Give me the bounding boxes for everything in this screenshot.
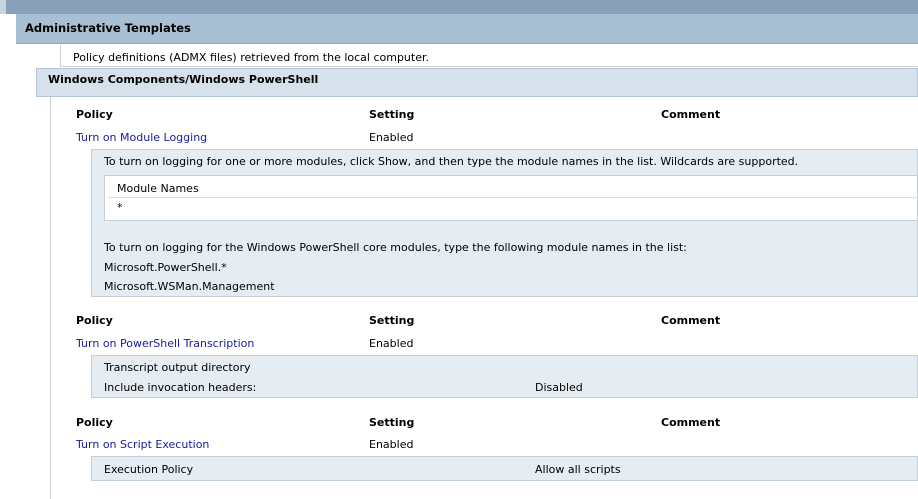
category-title[interactable]: Windows Components/Windows PowerShell [48, 73, 318, 86]
column-header-setting: Setting [369, 314, 415, 327]
column-header-comment: Comment [661, 314, 721, 327]
option-label: Transcript output directory [104, 361, 251, 374]
column-header-comment: Comment [661, 416, 721, 429]
module-names-table [104, 175, 918, 221]
top-strip-edge [0, 0, 6, 14]
policy-link-transcription[interactable]: Turn on PowerShell Transcription [76, 337, 254, 350]
policy-setting: Enabled [369, 438, 414, 451]
column-header-policy: Policy [76, 108, 113, 121]
core-modules-note: To turn on logging for the Windows Power… [104, 241, 687, 254]
core-module-item: Microsoft.PowerShell.* [104, 261, 227, 274]
option-label: Execution Policy [104, 463, 194, 476]
column-header-policy: Policy [76, 314, 113, 327]
admx-note: Policy definitions (ADMX files) retrieve… [73, 51, 429, 64]
policy-description: To turn on logging for one or more modul… [104, 155, 799, 168]
policy-setting: Enabled [369, 131, 414, 144]
option-label: Include invocation headers: [104, 381, 257, 394]
admin-templates-title[interactable]: Administrative Templates [25, 21, 191, 35]
column-header-policy: Policy [76, 416, 113, 429]
top-strip [0, 0, 918, 14]
policy-detail-panel [91, 149, 918, 297]
policy-link-module-logging[interactable]: Turn on Module Logging [76, 131, 207, 144]
policy-setting: Enabled [369, 337, 414, 350]
section-border [50, 97, 51, 499]
column-header-setting: Setting [369, 416, 415, 429]
module-names-value: * [117, 201, 123, 214]
policy-link-script-execution[interactable]: Turn on Script Execution [76, 438, 209, 451]
module-names-divider [108, 197, 918, 198]
column-header-setting: Setting [369, 108, 415, 121]
core-module-item: Microsoft.WSMan.Management [104, 280, 275, 293]
option-value: Allow all scripts [535, 463, 621, 476]
policy-detail-panel [91, 456, 918, 481]
module-names-header: Module Names [117, 182, 199, 195]
option-value: Disabled [535, 381, 583, 394]
column-header-comment: Comment [661, 108, 721, 121]
